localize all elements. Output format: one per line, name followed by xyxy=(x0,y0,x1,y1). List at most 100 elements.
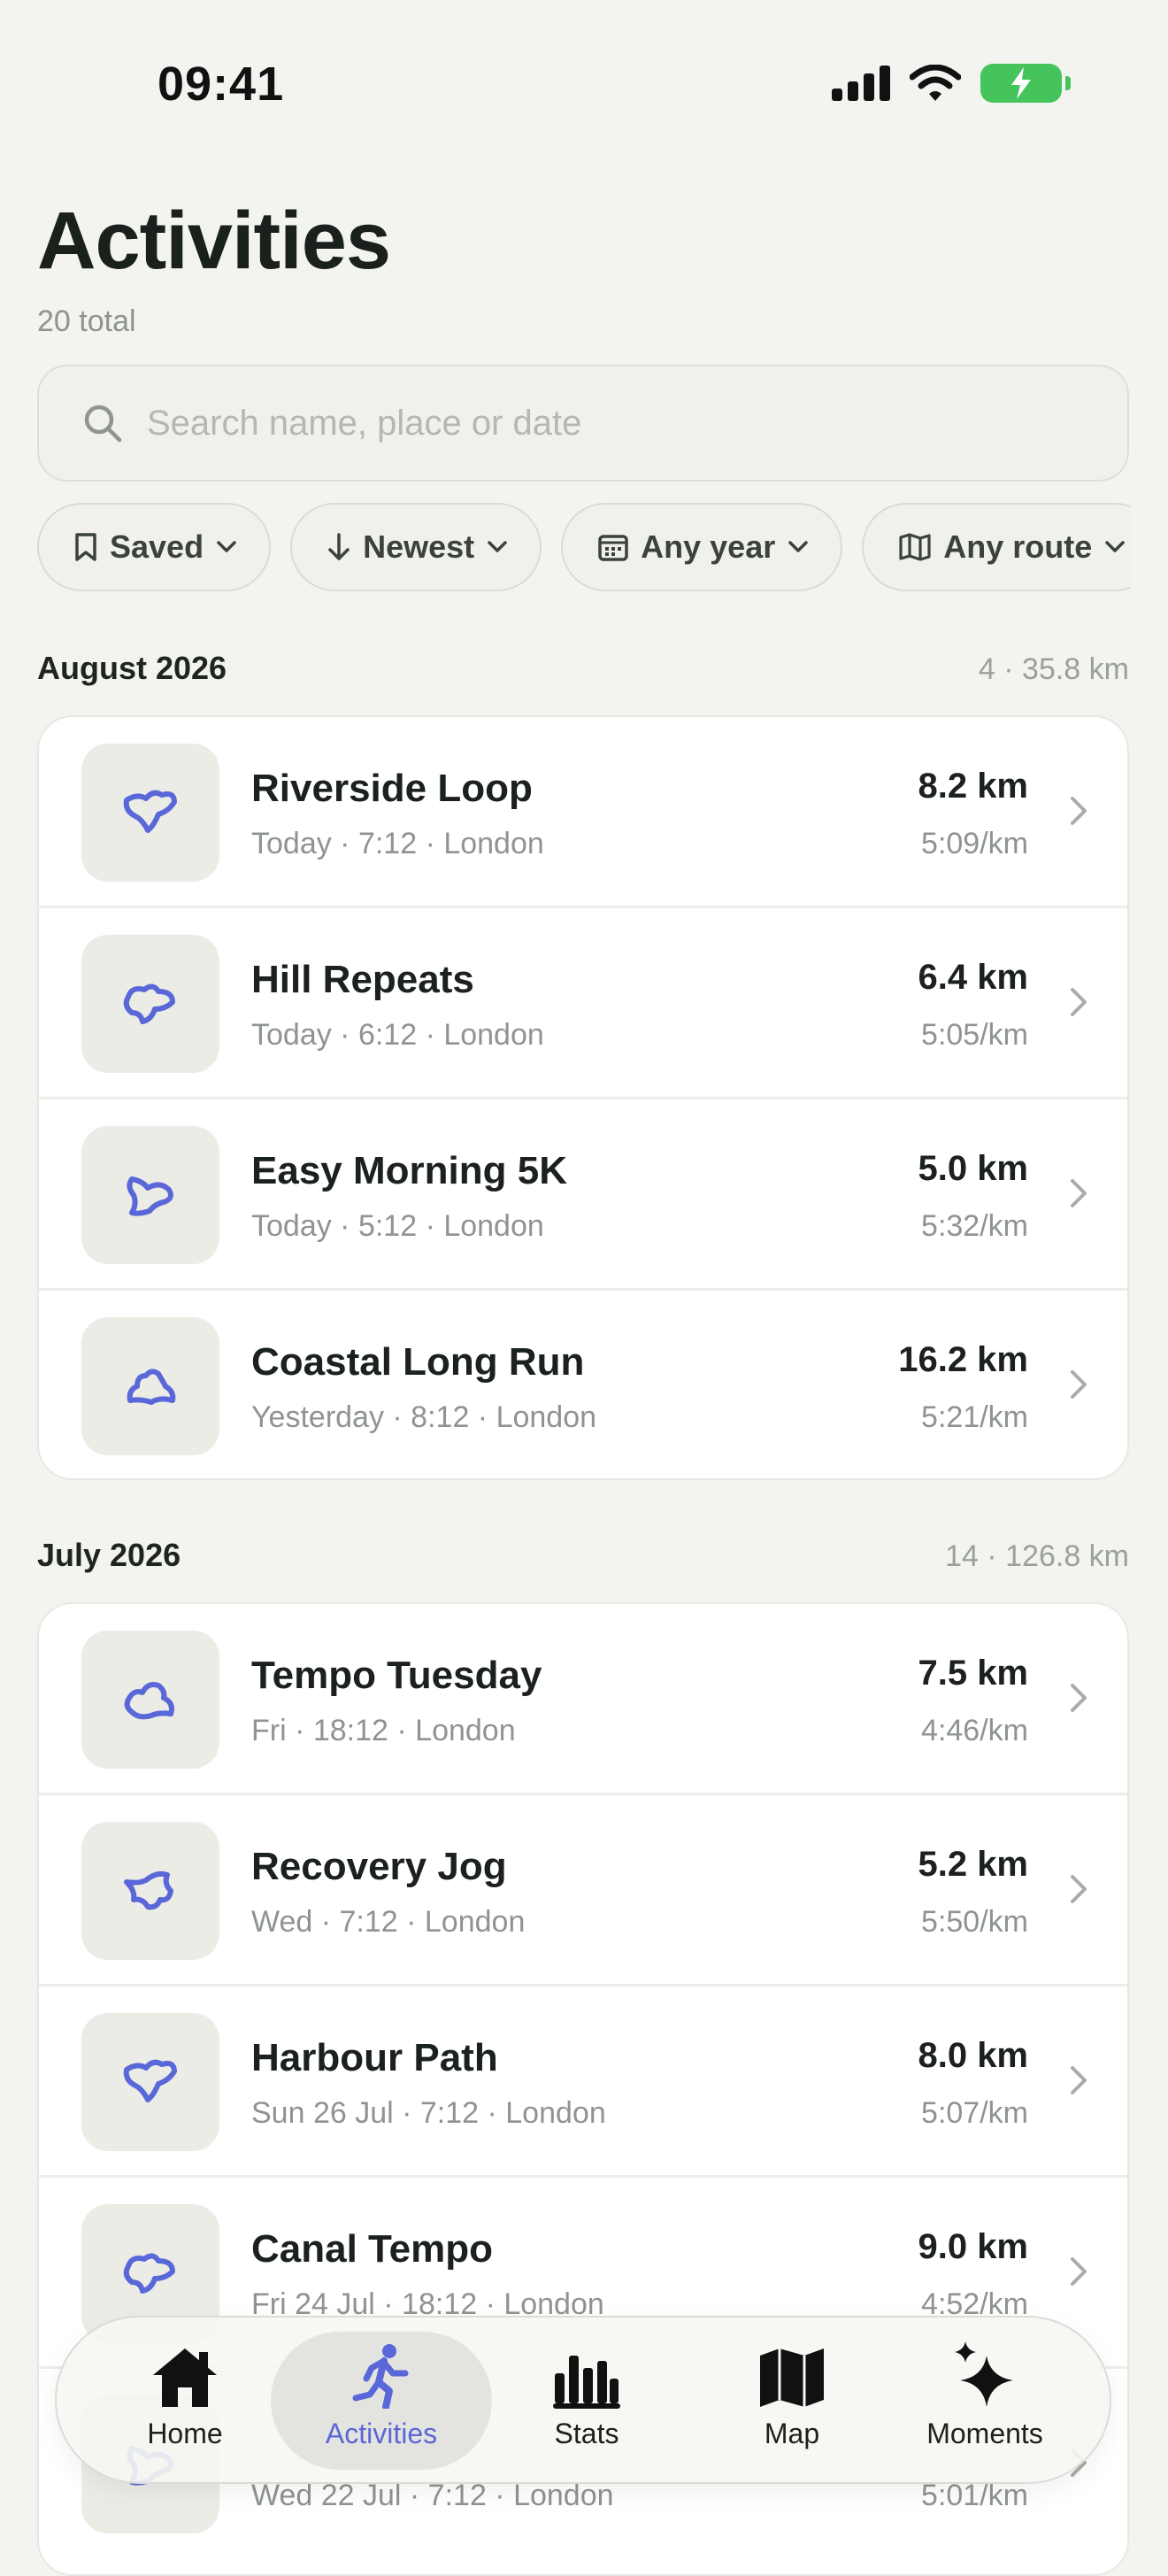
map-icon xyxy=(760,2348,824,2407)
search-bar[interactable] xyxy=(37,365,1129,482)
runner-icon xyxy=(352,2344,409,2409)
activity-distance: 8.0 km xyxy=(918,2036,1028,2075)
activity-name: Tempo Tuesday xyxy=(251,1654,542,1697)
activity-details: Sun 26 Jul · 7:12 · London xyxy=(251,2096,606,2130)
tab-moments[interactable]: Moments xyxy=(874,2332,1095,2470)
activity-row[interactable]: Riverside Loop Today · 7:12 · London 8.2… xyxy=(39,717,1127,908)
tab-bar: Home Activities Stats Map Moments xyxy=(55,2316,1111,2484)
activity-name: Riverside Loop xyxy=(251,767,533,810)
route-shape-icon xyxy=(127,1176,173,1216)
chevron-down-icon xyxy=(217,541,236,552)
route-thumbnail xyxy=(81,1631,219,1769)
route-thumbnail xyxy=(81,1317,219,1455)
route-shape-icon xyxy=(124,1682,174,1720)
activity-distance: 5.2 km xyxy=(918,1845,1028,1884)
route-thumbnail xyxy=(81,744,219,882)
activity-name: Easy Morning 5K xyxy=(251,1149,567,1192)
home-icon xyxy=(153,2348,217,2407)
chevron-down-icon xyxy=(1105,541,1125,552)
activity-pace: 5:21/km xyxy=(921,1400,1028,1434)
filter-chips: Saved Newest Any year Any route xyxy=(37,503,1131,595)
chevron-down-icon xyxy=(788,541,808,552)
filter-sort[interactable]: Newest xyxy=(290,503,542,591)
section-header-august: August 2026 4 · 35.8 km xyxy=(37,650,1129,687)
filter-label: Any year xyxy=(641,528,776,565)
activity-count: 20 total xyxy=(37,305,136,338)
chevron-right-icon xyxy=(1071,1179,1087,1207)
activity-name: Recovery Jog xyxy=(251,1845,507,1888)
activity-details: Fri · 18:12 · London xyxy=(251,1714,516,1747)
arrow-down-icon xyxy=(328,533,350,560)
tab-label: Home xyxy=(147,2418,223,2449)
activity-row[interactable]: Hill Repeats Today · 6:12 · London 6.4 k… xyxy=(39,908,1127,1099)
section-summary: 4 · 35.8 km xyxy=(978,652,1129,686)
route-thumbnail xyxy=(81,2013,219,2151)
activity-details: Today · 5:12 · London xyxy=(251,1209,544,1243)
status-icons xyxy=(832,64,1071,103)
tab-label: Moments xyxy=(926,2418,1043,2449)
activity-name: Coastal Long Run xyxy=(251,1340,585,1384)
chevron-right-icon xyxy=(1071,1875,1087,1903)
filter-saved[interactable]: Saved xyxy=(37,503,272,591)
filter-label: Newest xyxy=(363,528,475,565)
activity-details: Today · 7:12 · London xyxy=(251,827,544,860)
tab-label: Map xyxy=(764,2418,820,2449)
filter-year[interactable]: Any year xyxy=(561,503,843,591)
activity-pace: 5:05/km xyxy=(921,1018,1028,1052)
activity-distance: 16.2 km xyxy=(898,1340,1028,1379)
activity-name: Hill Repeats xyxy=(251,958,474,1001)
activity-row[interactable]: Recovery Jog Wed · 7:12 · London 5.2 km … xyxy=(39,1795,1127,1986)
tab-label: Stats xyxy=(554,2418,619,2449)
activity-distance: 6.4 km xyxy=(918,958,1028,997)
route-shape-icon xyxy=(123,983,175,1024)
tab-home[interactable]: Home xyxy=(74,2332,296,2470)
activity-name: Harbour Path xyxy=(251,2036,498,2079)
activity-row[interactable]: Tempo Tuesday Fri · 18:12 · London 7.5 k… xyxy=(39,1604,1127,1795)
activity-details: Today · 6:12 · London xyxy=(251,1018,544,1052)
chevron-down-icon xyxy=(488,541,507,552)
battery-charging-icon xyxy=(980,64,1071,103)
chevron-right-icon xyxy=(1071,2066,1087,2094)
activity-details: Wed · 7:12 · London xyxy=(251,1905,526,1939)
activity-details: Yesterday · 8:12 · London xyxy=(251,1400,597,1434)
activity-pace: 4:46/km xyxy=(921,1714,1028,1747)
cellular-signal-icon xyxy=(832,66,890,101)
activity-pace: 5:32/km xyxy=(921,1209,1028,1243)
tab-map[interactable]: Map xyxy=(681,2332,903,2470)
tab-label: Activities xyxy=(325,2418,438,2449)
bar-chart-icon xyxy=(553,2356,620,2409)
activity-distance: 9.0 km xyxy=(918,2227,1028,2266)
filter-route[interactable]: Any route xyxy=(862,503,1131,591)
tab-stats[interactable]: Stats xyxy=(476,2332,697,2470)
route-shape-icon xyxy=(124,1870,173,1910)
calendar-icon xyxy=(598,535,628,561)
activity-row[interactable]: Harbour Path Sun 26 Jul · 7:12 · London … xyxy=(39,1986,1127,2178)
status-bar: 09:41 xyxy=(0,0,1168,168)
activity-pace: 5:50/km xyxy=(921,1905,1028,1939)
chevron-right-icon xyxy=(1071,797,1087,825)
activity-list-august: Riverside Loop Today · 7:12 · London 8.2… xyxy=(37,715,1129,1480)
chevron-right-icon xyxy=(1071,1684,1087,1712)
route-shape-icon xyxy=(123,790,177,833)
chevron-right-icon xyxy=(1071,1370,1087,1399)
activity-distance: 5.0 km xyxy=(918,1149,1028,1188)
route-thumbnail xyxy=(81,1822,219,1960)
route-shape-icon xyxy=(123,2253,175,2294)
activity-distance: 7.5 km xyxy=(918,1654,1028,1693)
sparkle-icon xyxy=(955,2341,1013,2407)
bookmark-icon xyxy=(75,533,96,561)
search-input[interactable] xyxy=(145,402,1034,444)
route-shape-icon xyxy=(123,2059,177,2102)
wifi-icon xyxy=(910,65,961,101)
activity-row[interactable]: Easy Morning 5K Today · 5:12 · London 5.… xyxy=(39,1099,1127,1291)
activity-name: Canal Tempo xyxy=(251,2227,494,2271)
activity-pace: 5:09/km xyxy=(921,827,1028,860)
map-icon xyxy=(899,533,931,561)
section-summary: 14 · 126.8 km xyxy=(945,1539,1129,1573)
chevron-right-icon xyxy=(1071,988,1087,1016)
filter-label: Saved xyxy=(110,528,204,565)
route-thumbnail xyxy=(81,1126,219,1264)
filter-label: Any route xyxy=(943,528,1093,565)
tab-activities[interactable]: Activities xyxy=(271,2332,492,2470)
activity-row[interactable]: Coastal Long Run Yesterday · 8:12 · Lond… xyxy=(39,1291,1127,1478)
